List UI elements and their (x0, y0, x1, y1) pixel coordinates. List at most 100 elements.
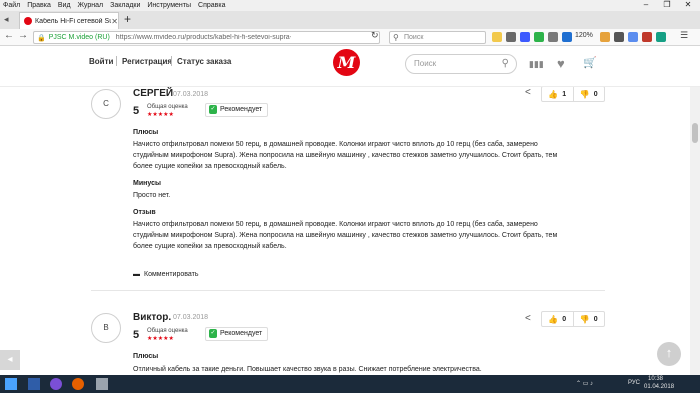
reviewer-name: Виктор. (133, 312, 172, 323)
rating-stars: ★★★★★ (147, 112, 174, 118)
language-indicator[interactable]: РУС (628, 380, 640, 386)
sync-icon[interactable] (628, 32, 638, 42)
menu-edit[interactable]: Правка (27, 2, 51, 9)
comment-link[interactable]: ▬ Комментировать (133, 271, 199, 278)
overall-rating-label: Общая оценка (147, 328, 188, 334)
new-tab-button[interactable]: + (124, 12, 131, 26)
comment-icon: ▬ (133, 271, 140, 278)
thumbs-up-icon: 👍 (548, 89, 559, 99)
review-date: 07.03.2018 (173, 314, 209, 321)
viber-icon[interactable] (50, 378, 62, 390)
order-status-link[interactable]: Статус заказа (177, 57, 231, 66)
tab-active[interactable]: Кабель Hi-Fi сетевой Supra Lo ✕ (19, 12, 119, 29)
rating-score: 5 (133, 105, 140, 117)
windows-taskbar: ⌃ ▭ ♪ РУС 10:38 01.04.2018 (0, 375, 700, 393)
browser-menubar: Файл Правка Вид Журнал Закладки Инструме… (0, 0, 700, 11)
like-button[interactable]: 👍 1 (542, 87, 573, 101)
cart-icon[interactable]: 🛒 (583, 56, 597, 69)
app-icon[interactable] (96, 378, 108, 390)
share-icon[interactable]: < (525, 313, 531, 324)
recommends-label: Рекомендует (220, 106, 263, 113)
reload-button[interactable]: ↻ (371, 30, 379, 41)
menu-file[interactable]: Файл (3, 2, 20, 9)
close-window-button[interactable]: ✕ (678, 0, 698, 11)
prev-arrow-icon[interactable]: ◂ (0, 350, 20, 370)
overall-rating-label: Общая оценка (147, 104, 188, 110)
like-count: 0 (562, 315, 567, 323)
register-link[interactable]: Регистрация (122, 57, 172, 66)
minimize-button[interactable]: – (636, 0, 656, 11)
header-divider (116, 56, 117, 66)
pros-text: Начисто отфильтровал помехи 50 герц, в д… (133, 141, 558, 170)
search-icon: ⚲ (393, 33, 399, 42)
zoom-level[interactable]: 120% (575, 32, 593, 39)
vpn-extension-icon[interactable] (520, 32, 530, 42)
avatar: С (91, 89, 121, 119)
browser-search-field[interactable]: ⚲ Поиск (389, 31, 486, 44)
avatar: В (91, 313, 121, 343)
clock-date[interactable]: 01.04.2018 (644, 384, 674, 390)
home-icon[interactable] (600, 32, 610, 42)
rating-score: 5 (133, 329, 140, 341)
dislike-count: 0 (593, 90, 598, 98)
recommends-badge: ✓ Рекомендует (205, 327, 269, 341)
reviews-content: С СЕРГЕЙ 07.03.2018 5 Общая оценка ★★★★★… (0, 87, 690, 375)
pros-heading: Плюсы (133, 129, 159, 136)
addon-icon[interactable] (642, 32, 652, 42)
tray-icons[interactable]: ⌃ ▭ ♪ (576, 380, 593, 387)
reviewer-name: СЕРГЕЙ (133, 88, 174, 99)
clock-time[interactable]: 10:38 (648, 376, 663, 382)
menu-view[interactable]: Вид (58, 2, 71, 9)
site-search-input[interactable]: Поиск ⚲ (405, 54, 517, 74)
explorer-icon[interactable] (28, 378, 40, 390)
dislike-button[interactable]: 👎 0 (572, 312, 605, 326)
thumbs-down-icon: 👎 (579, 314, 590, 324)
search-icon[interactable]: ⚲ (502, 55, 509, 73)
tab-close-icon[interactable]: ✕ (111, 17, 118, 26)
navigation-toolbar: ← → 🔒 PJSC M.video (RU) https://www.mvid… (0, 29, 700, 46)
mvideo-logo[interactable]: M (333, 49, 360, 76)
tab-list-icon[interactable]: ◂ (4, 14, 9, 25)
thumbs-up-icon: ✓ (209, 105, 217, 114)
cons-text: Просто нет. (133, 192, 171, 199)
thumbs-up-icon: 👍 (548, 314, 559, 324)
downloads-icon[interactable] (506, 32, 516, 42)
adblock-extension-icon[interactable] (534, 32, 544, 42)
share-icon[interactable]: < (525, 87, 531, 98)
maximize-button[interactable]: ❐ (657, 0, 677, 11)
translate-extension-icon[interactable] (562, 32, 572, 42)
menu-history[interactable]: Журнал (78, 2, 104, 9)
pros-heading: Плюсы (133, 353, 159, 360)
screenshot-extension-icon[interactable] (548, 32, 558, 42)
header-divider (171, 56, 172, 66)
start-icon[interactable] (5, 378, 17, 390)
back-button[interactable]: ← (4, 30, 14, 41)
address-bar[interactable]: 🔒 PJSC M.video (RU) https://www.mvideo.r… (33, 31, 380, 44)
review-text: Начисто отфильтровал помехи 50 герц, в д… (133, 221, 558, 250)
tab-strip: ◂ Кабель Hi-Fi сетевой Supra Lo ✕ + (0, 11, 700, 29)
menu-bookmarks[interactable]: Закладки (110, 2, 140, 9)
menu-tools[interactable]: Инструменты (147, 2, 191, 9)
menu-help[interactable]: Справка (198, 2, 225, 9)
comment-label: Комментировать (144, 271, 199, 278)
like-button[interactable]: 👍 0 (542, 312, 573, 326)
scroll-to-top-button[interactable]: ↑ (657, 342, 681, 366)
bookmark-star-icon[interactable] (492, 32, 502, 42)
dislike-button[interactable]: 👎 0 (572, 87, 605, 101)
cons-heading: Минусы (133, 180, 161, 187)
pocket-icon[interactable] (656, 32, 666, 42)
compare-icon[interactable]: ▮▮▮ (529, 59, 544, 70)
site-identity[interactable]: PJSC M.video (RU) (49, 34, 110, 41)
url-text[interactable]: https://www.mvideo.ru/products/kabel-hi-… (116, 34, 291, 41)
review-heading: Отзыв (133, 209, 156, 216)
forward-button[interactable]: → (18, 30, 28, 41)
library-icon[interactable] (614, 32, 624, 42)
heart-icon[interactable]: ♥ (557, 56, 565, 71)
like-count: 1 (562, 90, 567, 98)
site-search-placeholder: Поиск (414, 59, 437, 68)
scrollbar-thumb[interactable] (692, 123, 698, 143)
site-header: Войти Регистрация Статус заказа M Поиск … (0, 46, 700, 87)
menu-icon[interactable]: ☰ (680, 30, 688, 41)
firefox-icon[interactable] (72, 378, 84, 390)
login-link[interactable]: Войти (89, 57, 113, 66)
